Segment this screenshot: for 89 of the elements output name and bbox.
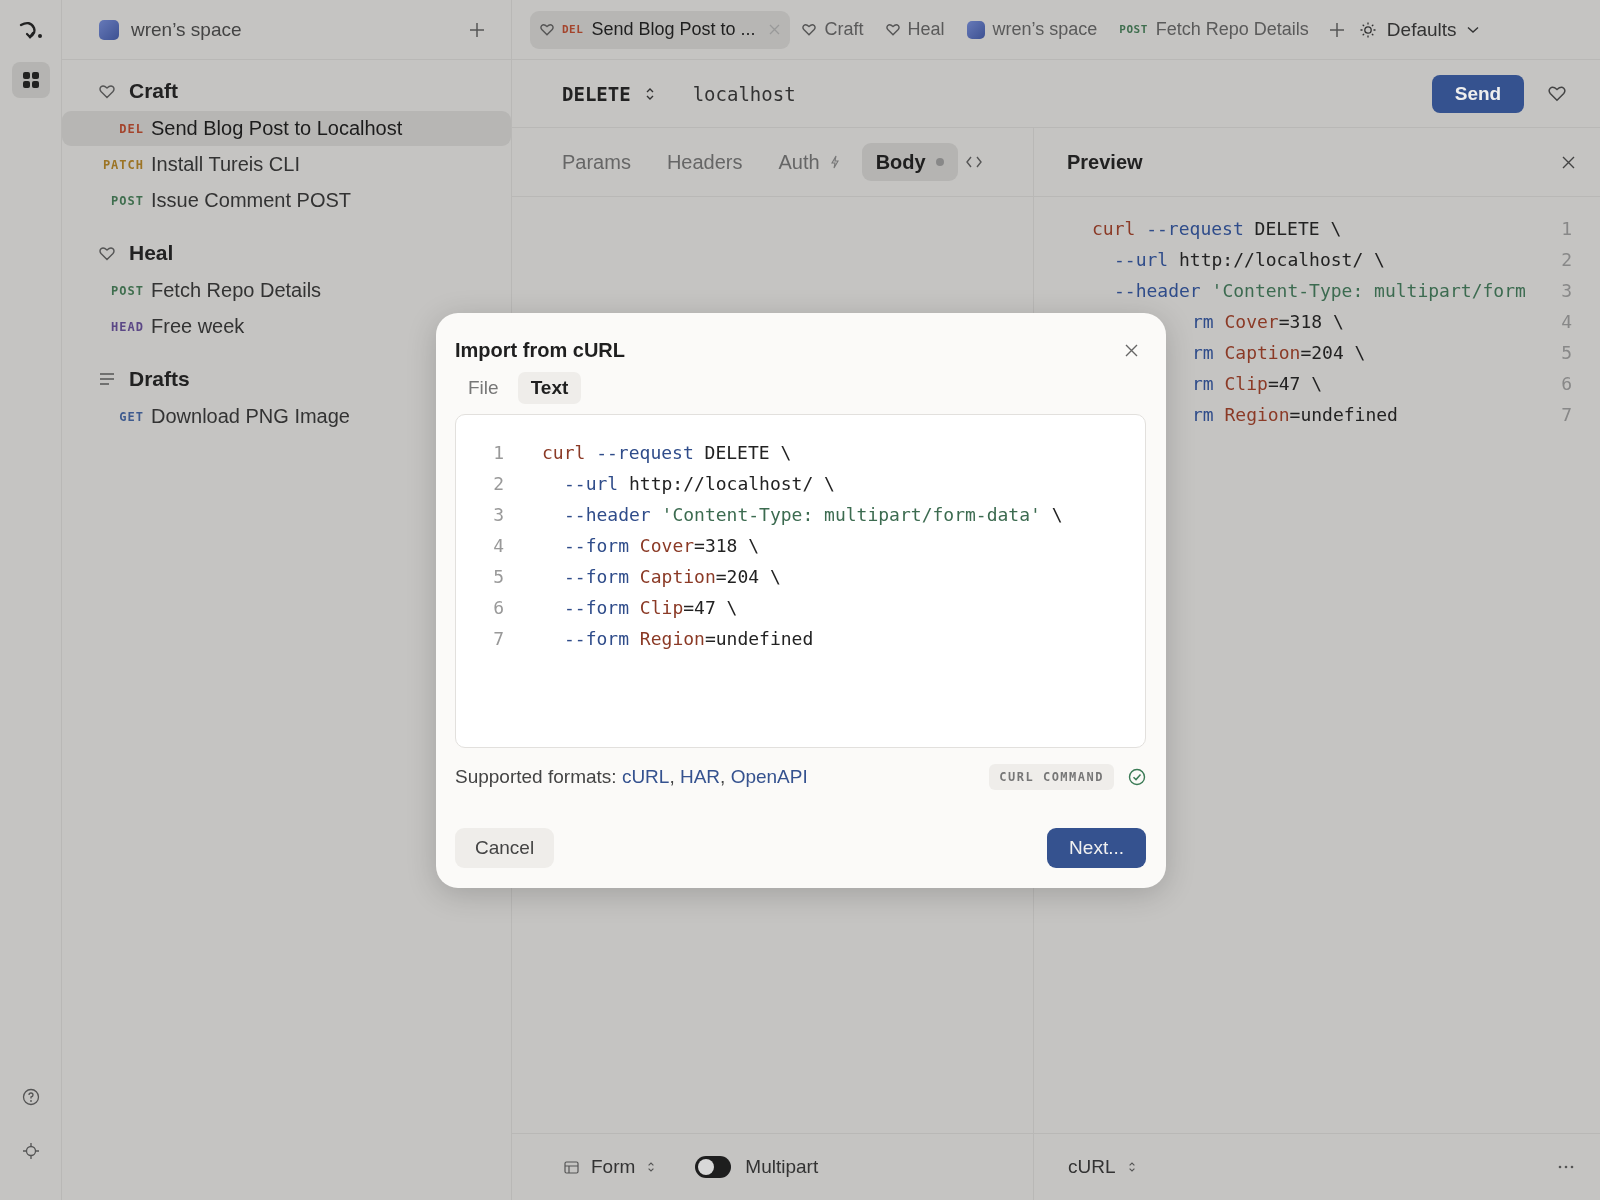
- code-line: rm Caption=204 \: [1192, 342, 1366, 363]
- table-icon: [564, 1160, 579, 1174]
- request-item[interactable]: DEL Send Blog Post to Localhost: [62, 111, 511, 146]
- line-number: 4: [1561, 311, 1572, 332]
- list-icon: [99, 372, 115, 386]
- logo-icon: [17, 20, 44, 40]
- dialog-title: Import from cURL: [455, 339, 625, 362]
- line-number: 5: [1561, 342, 1572, 363]
- line-number: 4: [492, 535, 504, 556]
- code-line: --form Caption=204 \: [564, 566, 781, 587]
- code-line: rm Cover=318 \: [1192, 311, 1344, 332]
- source-tab[interactable]: File: [455, 372, 512, 404]
- sort-icon: [647, 1161, 656, 1173]
- add-tab-icon[interactable]: [1328, 21, 1345, 38]
- line-number: 5: [492, 566, 504, 587]
- heart-icon[interactable]: [1548, 85, 1566, 102]
- format-badge: CURL COMMAND: [989, 764, 1114, 790]
- code-line: --url http://localhost/ \: [564, 473, 835, 494]
- toggle-switch[interactable]: [695, 1156, 732, 1178]
- folder-title[interactable]: Heal: [129, 241, 174, 265]
- heart-icon: [885, 23, 900, 36]
- request-item[interactable]: POST Fetch Repo Details: [62, 273, 511, 308]
- request-tab[interactable]: DEL Send Blog Post to ...: [530, 10, 791, 49]
- chevron-icon: [1466, 25, 1479, 34]
- dot-icon: [935, 158, 944, 166]
- code-editor[interactable]: 1 curl --request DELETE \ 2 --url http://localhost/ \ 3 --header 'Content-Type: multipart/form-data' \ 4 --form Cover=318 \ 5 --form Caption=204 \ 6 --form Clip=47 \ 7 --form Region=undefined: [455, 414, 1146, 748]
- code-line: rm Clip=47 \: [1192, 373, 1323, 394]
- more-icon[interactable]: [1558, 1165, 1574, 1169]
- format-link[interactable]: HAR: [679, 766, 721, 787]
- code-line: --form Region=undefined: [564, 628, 814, 649]
- workspace-name[interactable]: wren’s space: [131, 18, 456, 41]
- url-field[interactable]: localhost: [692, 82, 1432, 105]
- line-number: 6: [1561, 373, 1572, 394]
- line-number: 7: [492, 628, 504, 649]
- sun-icon: [1358, 20, 1377, 39]
- add-icon[interactable]: [468, 20, 486, 39]
- sort-icon: [1127, 1161, 1136, 1173]
- sort-icon: [644, 86, 655, 101]
- code-line: --url http://localhost/ \: [1114, 249, 1385, 270]
- line-number: 3: [1561, 280, 1572, 301]
- heart-icon: [802, 23, 817, 36]
- source-tab[interactable]: Text: [517, 372, 582, 404]
- line-number: 2: [492, 473, 504, 494]
- line-number: 7: [1561, 404, 1572, 425]
- send-button[interactable]: Send: [1432, 74, 1524, 113]
- code-line: --header 'Content-Type: multipart/form: [1114, 280, 1526, 301]
- close-icon[interactable]: [1125, 344, 1138, 357]
- heart-icon: [99, 83, 115, 99]
- format-select[interactable]: cURL: [1068, 1156, 1136, 1178]
- code-line: curl --request DELETE \: [542, 442, 792, 463]
- heart-icon: [540, 23, 554, 36]
- supported-formats-text: Supported formats: cURL, HAR, OpenAPI: [455, 766, 809, 788]
- request-tab[interactable]: wren’s space: [956, 10, 1108, 49]
- line-number: 1: [492, 442, 504, 463]
- heart-icon: [99, 245, 115, 261]
- format-link[interactable]: cURL: [621, 766, 670, 787]
- request-item[interactable]: PATCH Install Tureis CLI: [62, 147, 511, 182]
- request-tab[interactable]: Heal: [875, 10, 955, 49]
- environment-select[interactable]: Defaults: [1358, 18, 1479, 41]
- code-line: rm Region=undefined: [1192, 404, 1398, 425]
- workspace-icon: [966, 20, 985, 39]
- folder-title[interactable]: Craft: [129, 79, 178, 103]
- bolt-icon: [829, 155, 840, 169]
- format-link[interactable]: OpenAPI: [730, 766, 808, 787]
- help-icon[interactable]: [21, 1088, 40, 1106]
- request-section-tab[interactable]: Body: [861, 143, 958, 181]
- code-line: --form Clip=47 \: [564, 597, 738, 618]
- cancel-button[interactable]: Cancel: [455, 828, 555, 868]
- close-icon[interactable]: [1562, 155, 1575, 169]
- code-line: --header 'Content-Type: multipart/form-data' \: [564, 504, 1063, 525]
- body-type-select[interactable]: Form: [564, 1156, 656, 1178]
- request-tab[interactable]: Craft: [792, 10, 874, 49]
- code-line: --form Cover=318 \: [564, 535, 760, 556]
- line-number: 1: [1561, 218, 1572, 239]
- request-item[interactable]: POST Issue Comment POST: [62, 183, 511, 218]
- code-line: curl --request DELETE \: [1092, 218, 1342, 239]
- multipart-label: Multipart: [745, 1156, 819, 1178]
- method-select[interactable]: DELETE: [562, 82, 655, 105]
- preview-title: Preview: [1067, 150, 1143, 174]
- next-button[interactable]: Next...: [1047, 828, 1146, 868]
- grid-icon[interactable]: [11, 62, 50, 98]
- workspace-icon: [99, 19, 119, 40]
- line-number: 3: [492, 504, 504, 525]
- line-number: 2: [1561, 249, 1572, 270]
- folder-title[interactable]: Drafts: [129, 367, 190, 391]
- crosshair-icon[interactable]: [21, 1142, 40, 1160]
- code-icon[interactable]: [965, 156, 982, 168]
- line-number: 6: [492, 597, 504, 618]
- request-tab[interactable]: POST Fetch Repo Details: [1109, 10, 1319, 49]
